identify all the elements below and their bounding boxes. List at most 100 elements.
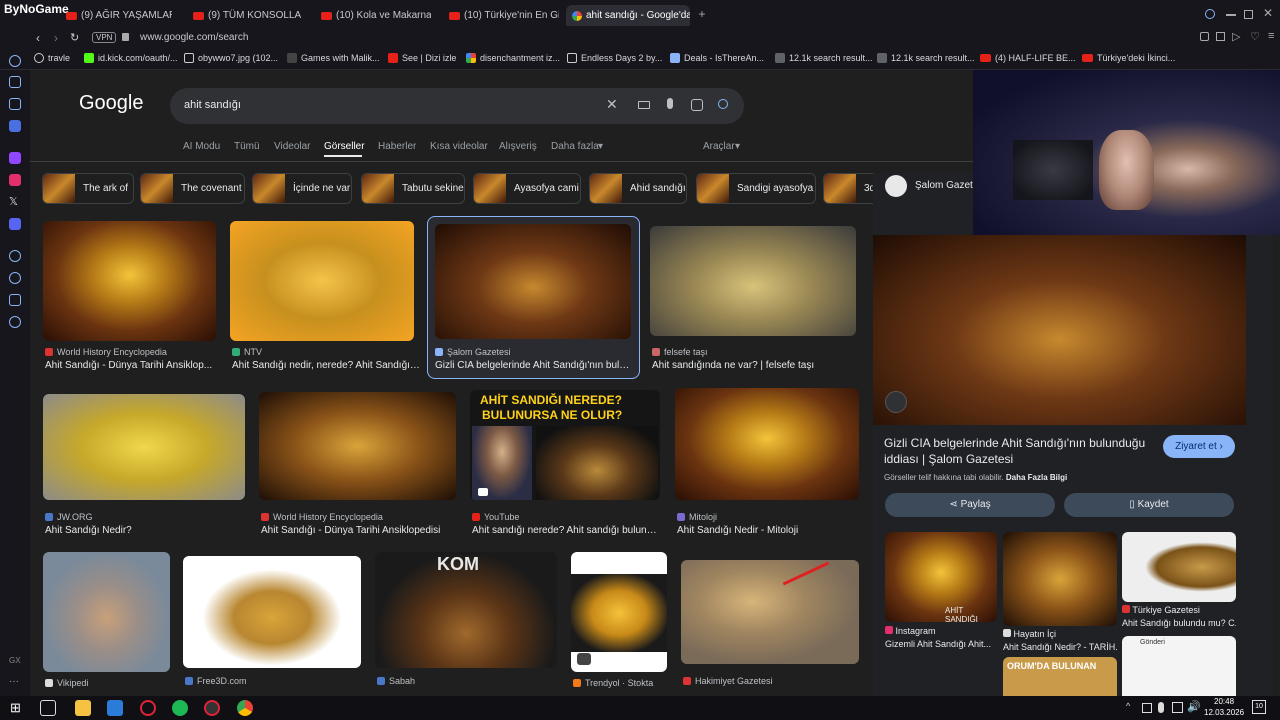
chrome-icon[interactable] (237, 700, 253, 716)
tab-short-videos[interactable]: Kısa videolar (430, 141, 488, 152)
clock-date[interactable]: 12.03.2026 (1204, 708, 1244, 717)
image-result[interactable]: KOM Sabah (375, 552, 560, 696)
settings-icon[interactable] (9, 316, 21, 328)
browser-tab-2[interactable]: (9) TÜM KONSOLLARI DE (187, 5, 301, 26)
image-result[interactable]: NTV Ahit Sandığı nedir, nerede? Ahit San… (230, 221, 420, 377)
filter-chip[interactable]: The ark of (42, 173, 134, 204)
result-image[interactable]: KOM (375, 552, 557, 668)
filter-chip[interactable]: The covenant (140, 173, 245, 204)
result-title[interactable]: Ahit Sandığı Nedir? (45, 525, 245, 536)
notification-icon[interactable]: 10 (1252, 700, 1266, 714)
lens-icon[interactable] (691, 99, 703, 111)
result-image[interactable] (259, 392, 456, 500)
result-title[interactable]: Gizli CIA belgelerinde Ahit Sandığı'nın … (435, 360, 631, 371)
preview-image[interactable] (873, 235, 1246, 425)
more-icon[interactable]: ··· (9, 676, 21, 688)
discord-icon[interactable] (9, 218, 21, 230)
more-info-link[interactable]: Daha Fazla Bilgi (1006, 473, 1067, 482)
share-button[interactable]: ⋖ Paylaş (885, 493, 1055, 517)
bookmark[interactable]: (4) HALF-LIFE BE... (980, 53, 1076, 63)
gx-icon[interactable]: GX (9, 656, 21, 668)
filter-chip[interactable]: İçinde ne var (252, 173, 352, 204)
bookmark[interactable]: Endless Days 2 by... (567, 53, 662, 63)
chat-icon[interactable] (9, 98, 21, 110)
result-image[interactable] (43, 221, 216, 341)
visit-button[interactable]: Ziyaret et › (1163, 435, 1235, 458)
lens-icon[interactable] (885, 391, 907, 413)
image-result[interactable]: AHİT SANDIĞI NEREDE? BULUNURSA NE OLUR? … (470, 390, 665, 542)
app-icon[interactable] (107, 700, 123, 716)
image-result[interactable]: Mitoloji Ahit Sandığı Nedir - Mitoloji (675, 388, 865, 543)
history-icon[interactable] (9, 272, 21, 284)
spotify-icon[interactable] (172, 700, 188, 716)
keyboard-icon[interactable] (638, 101, 650, 109)
related-image[interactable]: Gönderi (1122, 636, 1236, 696)
sync-icon[interactable] (9, 55, 21, 67)
search-icon[interactable] (1205, 9, 1215, 19)
clear-icon[interactable]: ✕ (606, 96, 618, 113)
image-result[interactable]: JW.ORG Ahit Sandığı Nedir? (43, 394, 248, 544)
result-title[interactable]: Ahit Sandığı - Dünya Tarihi Ansiklopedis… (261, 525, 459, 536)
reload-icon[interactable]: ↻ (70, 31, 79, 44)
image-result[interactable]: felsefe taşı Ahit sandığında ne var? | f… (650, 226, 860, 376)
image-result[interactable]: Vikipedi (43, 552, 173, 696)
bookmark[interactable]: 12.1k search result... (877, 53, 975, 63)
twitch-icon[interactable] (9, 152, 21, 164)
maximize-icon[interactable] (1244, 10, 1253, 19)
related-image[interactable]: ORUM'DA BULUNAN (1003, 657, 1117, 696)
tab-images[interactable]: Görseller (324, 141, 365, 152)
new-tab-icon[interactable]: + (696, 8, 708, 20)
search-box[interactable]: ahit sandığı ✕ (170, 88, 744, 124)
filter-chip[interactable]: Ayasofya cami (473, 173, 581, 204)
filter-chip[interactable]: Tabutu sekine (361, 173, 465, 204)
clock-time[interactable]: 20:48 (1214, 697, 1234, 706)
search-icon[interactable] (718, 99, 728, 109)
windows-start-icon[interactable]: ⊞ (10, 700, 26, 716)
minimize-icon[interactable] (1226, 14, 1236, 16)
result-title[interactable]: Ahit sandığında ne var? | felsefe taşı (652, 360, 858, 371)
bookmark[interactable]: Türkiye'deki İkinci... (1082, 53, 1175, 63)
save-button[interactable]: ▯ Kaydet (1064, 493, 1234, 517)
bookmark[interactable]: disenchantment iz... (466, 53, 560, 63)
messenger-icon[interactable] (9, 76, 21, 88)
url-field[interactable]: www.google.com/search (140, 32, 248, 43)
bookmark[interactable]: Deals - IsThereAn... (670, 53, 764, 63)
opera-gx-icon[interactable] (204, 700, 220, 716)
result-image[interactable] (650, 226, 856, 336)
panel-title[interactable]: Gizli CIA belgelerinde Ahit Sandığı'nın … (884, 435, 1154, 467)
image-result[interactable]: World History Encyclopedia Ahit Sandığı … (43, 221, 218, 377)
task-view-icon[interactable] (40, 700, 56, 716)
image-result[interactable]: Free3D.com (183, 556, 363, 696)
result-image[interactable] (571, 552, 667, 672)
chevron-up-icon[interactable]: ^ (1126, 701, 1130, 711)
result-image[interactable] (681, 560, 859, 664)
result-image[interactable] (230, 221, 414, 341)
app-icon[interactable] (9, 120, 21, 132)
filter-chip[interactable]: Ahid sandığı (589, 173, 687, 204)
mic-icon[interactable] (1158, 702, 1164, 713)
youtube-thumbnail[interactable]: AHİT SANDIĞI NEREDE? BULUNURSA NE OLUR? (470, 390, 660, 500)
file-explorer-icon[interactable] (75, 700, 91, 716)
result-image[interactable] (435, 224, 631, 339)
google-logo[interactable]: Google (79, 92, 144, 115)
play-icon[interactable]: ▷ (1232, 30, 1240, 43)
mic-icon[interactable] (667, 98, 673, 109)
result-image[interactable] (43, 394, 245, 500)
bookmark[interactable]: Games with Malik... (287, 53, 380, 63)
tab-videos[interactable]: Videolar (274, 141, 311, 152)
result-image[interactable] (183, 556, 361, 668)
bookmark[interactable]: See | Dizi izle (388, 53, 456, 63)
related-image[interactable] (1003, 532, 1117, 626)
related-image[interactable]: AHİT SANDIĞI (885, 532, 997, 624)
tools-button[interactable]: Araçlar (703, 141, 735, 152)
related-title[interactable]: Ahit Sandığı Nedir? - TARİH... (1003, 642, 1117, 652)
tab-more[interactable]: Daha fazla (551, 141, 599, 152)
browser-tab-1[interactable]: (9) AĞIR YAŞAMLARIN EN (60, 5, 172, 26)
network-icon[interactable] (1142, 703, 1152, 713)
back-icon[interactable]: ‹ (36, 31, 40, 45)
tab-shopping[interactable]: Alışveriş (499, 141, 537, 152)
opera-icon[interactable] (140, 700, 156, 716)
image-result[interactable]: Hakimiyet Gazetesi (681, 560, 863, 696)
close-icon[interactable]: ✕ (1263, 6, 1273, 20)
tab-all[interactable]: Tümü (234, 141, 260, 152)
